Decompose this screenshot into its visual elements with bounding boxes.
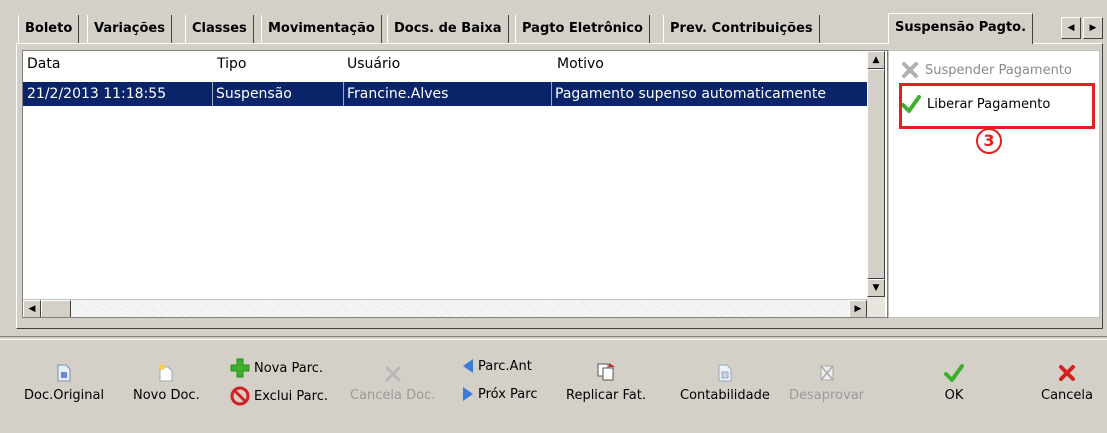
novo-doc-button[interactable]: Novo Doc.: [133, 364, 200, 403]
scroll-up-button[interactable]: ▲: [867, 51, 885, 69]
cancel-x-icon: [385, 366, 401, 382]
highlight-box: [899, 83, 1095, 129]
close-icon: [1059, 365, 1075, 381]
tab-docs-de-baixa[interactable]: Docs. de Baixa: [387, 15, 509, 43]
suspender-pagamento-button[interactable]: Suspender Pagamento: [901, 61, 1072, 79]
cancela-button[interactable]: Cancela: [1041, 364, 1093, 403]
desaprovar-button[interactable]: Desaprovar: [789, 364, 864, 403]
tab-pagto-eletronico[interactable]: Pagto Eletrônico: [515, 15, 650, 43]
doc-original-label: Doc.Original: [24, 388, 105, 403]
ok-label: OK: [944, 388, 964, 403]
parc-ant-label: Parc.Ant: [478, 358, 532, 374]
cell-tipo: Suspensão: [216, 86, 292, 102]
plus-icon: [230, 358, 250, 378]
novo-doc-label: Novo Doc.: [133, 388, 200, 403]
column-header-motivo[interactable]: Motivo: [557, 51, 604, 77]
column-divider: [551, 82, 552, 106]
bottom-toolbar: Doc.Original Novo Doc. Nova Parc. Exclui…: [0, 338, 1107, 433]
cell-usuario: Francine.Alves: [347, 86, 449, 102]
prox-parc-button[interactable]: Próx Parc: [462, 386, 537, 402]
tab-prev-contribuicoes[interactable]: Prev. Contribuições: [663, 15, 820, 43]
suspend-x-icon: [902, 62, 918, 78]
doc-original-button[interactable]: Doc.Original: [24, 364, 104, 403]
tab-scroll-left-button[interactable]: ◀: [1061, 17, 1081, 39]
document-icon: [57, 364, 71, 382]
replicar-fat-button[interactable]: Replicar Fat.: [566, 362, 646, 403]
scroll-left-button[interactable]: ◀: [23, 300, 41, 317]
parc-ant-button[interactable]: Parc.Ant: [462, 358, 532, 374]
tab-boleto[interactable]: Boleto: [18, 15, 80, 43]
tab-bar: Boleto Variações Classes Movimentação Do…: [18, 13, 1103, 44]
desaprovar-label: Desaprovar: [789, 388, 865, 403]
cancela-doc-label: Cancela Doc.: [350, 388, 436, 403]
column-header-data[interactable]: Data: [27, 51, 60, 77]
nova-parc-label: Nova Parc.: [254, 360, 324, 376]
cancela-label: Cancela: [1041, 388, 1094, 403]
scroll-thumb[interactable]: [867, 69, 885, 279]
table-row[interactable]: 21/2/2013 11:18:55 Suspensão Francine.Al…: [23, 82, 867, 106]
cell-motivo: Pagamento supenso automaticamente: [555, 86, 826, 102]
contabilidade-button[interactable]: Contabilidade: [680, 364, 770, 403]
suspension-grid: Data Tipo Usuário Motivo 21/2/2013 11:18…: [22, 50, 888, 318]
tab-variacoes[interactable]: Variações: [87, 15, 172, 43]
prohibited-icon: [230, 386, 250, 406]
arrow-right-icon: [463, 387, 473, 401]
column-header-usuario[interactable]: Usuário: [347, 51, 400, 77]
horizontal-scrollbar[interactable]: ◀ ▶: [23, 299, 867, 317]
disapprove-icon: [819, 365, 834, 381]
prox-parc-label: Próx Parc: [478, 386, 538, 402]
ok-checkmark-icon: [944, 364, 964, 382]
contabilidade-label: Contabilidade: [680, 388, 770, 403]
new-document-icon: [159, 364, 173, 382]
column-divider: [343, 82, 344, 106]
vertical-scrollbar[interactable]: ▲ ▼: [867, 51, 885, 317]
nova-parc-button[interactable]: Nova Parc.: [230, 358, 323, 378]
exclui-parc-label: Exclui Parc.: [254, 388, 328, 404]
cancela-doc-button[interactable]: Cancela Doc.: [350, 366, 435, 403]
copy-document-icon: [597, 363, 615, 381]
scroll-down-button[interactable]: ▼: [867, 279, 885, 297]
tab-suspensao-pagto[interactable]: Suspensão Pagto.: [888, 13, 1034, 44]
ok-button[interactable]: OK: [944, 364, 964, 403]
suspender-pagamento-label: Suspender Pagamento: [925, 62, 1072, 78]
step-number-badge: 3: [976, 128, 1002, 154]
exclui-parc-button[interactable]: Exclui Parc.: [230, 386, 328, 406]
replicar-fat-label: Replicar Fat.: [566, 388, 646, 403]
column-header-tipo[interactable]: Tipo: [217, 51, 246, 77]
scroll-right-button[interactable]: ▶: [849, 300, 867, 317]
cell-data: 21/2/2013 11:18:55: [27, 86, 167, 102]
horizontal-scroll-thumb[interactable]: [41, 300, 71, 317]
column-divider: [212, 82, 213, 106]
arrow-left-icon: [463, 359, 473, 373]
tab-scroll-arrows: ◀ ▶: [1061, 17, 1103, 39]
calculator-document-icon: [718, 364, 732, 382]
tab-classes[interactable]: Classes: [185, 15, 254, 43]
tab-scroll-right-button[interactable]: ▶: [1083, 17, 1103, 39]
tab-movimentacao[interactable]: Movimentação: [261, 15, 382, 43]
